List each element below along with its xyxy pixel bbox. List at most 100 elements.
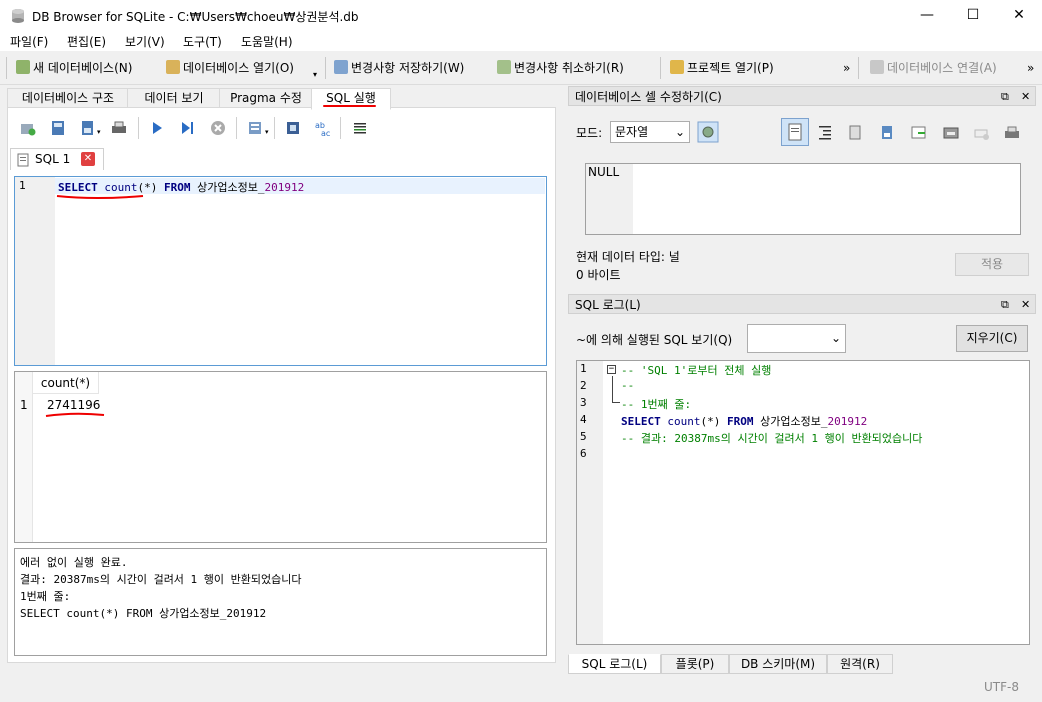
menu-view[interactable]: 보기(V) — [125, 33, 165, 50]
find-replace-icon[interactable]: abac — [314, 119, 332, 137]
log-line-number: 2 — [580, 379, 587, 392]
open-project-label: 프로젝트 열기(P) — [687, 61, 774, 75]
save-results-dropdown-icon[interactable]: ▾ — [265, 128, 269, 136]
clear-log-button[interactable]: 지우기(C) — [956, 325, 1028, 352]
save-dropdown-icon[interactable]: ▾ — [97, 128, 101, 136]
word-wrap-icon[interactable] — [781, 118, 809, 146]
cell-value-text: NULL — [588, 165, 620, 179]
close-dock-icon[interactable]: ✕ — [1021, 87, 1030, 107]
sql-tab-label: SQL 1 — [35, 152, 71, 166]
result-cell[interactable]: 2741196 — [47, 398, 100, 412]
results-grid[interactable]: count(*) 1 2741196 — [14, 371, 547, 543]
message-line: 에러 없이 실행 완료. — [20, 556, 128, 569]
open-database-label: 데이터베이스 열기(O) — [183, 61, 294, 75]
sql-log-dock-header: SQL 로그(L) ⧉ ✕ — [568, 294, 1036, 314]
tab-remote[interactable]: 원격(R) — [827, 654, 893, 674]
sql-function-count: count — [667, 415, 701, 428]
log-query-line: SELECT count(*) FROM 상가업소정보_201912 — [621, 413, 867, 429]
open-tab-icon[interactable] — [19, 119, 37, 137]
import-icon[interactable] — [847, 124, 865, 142]
sql-args: (*) — [700, 415, 721, 428]
annotation-underline — [45, 412, 105, 417]
sql-editor-tab[interactable]: SQL 1 ✕ — [10, 148, 104, 170]
write-changes-icon — [334, 60, 348, 74]
indent-icon[interactable] — [817, 124, 833, 140]
float-dock-icon[interactable]: ⧉ — [1001, 87, 1009, 107]
clear-icon[interactable] — [973, 124, 991, 142]
export-icon[interactable] — [879, 124, 897, 142]
chevron-down-icon: ⌄ — [830, 331, 841, 345]
toolbar-separator — [138, 117, 139, 139]
log-line-number: 1 — [580, 362, 587, 375]
log-line-number: 4 — [580, 413, 587, 426]
auto-switch-mode-icon[interactable] — [697, 121, 719, 143]
close-dock-icon[interactable]: ✕ — [1021, 295, 1030, 315]
sql-table-suffix: 201912 — [827, 415, 868, 428]
edit-cell-dock-header: 데이터베이스 셀 수정하기(C) ⧉ ✕ — [568, 86, 1036, 106]
save-sql-file-icon[interactable] — [79, 119, 97, 137]
menu-edit[interactable]: 편집(E) — [67, 33, 106, 50]
set-null-icon[interactable] — [910, 124, 928, 142]
menu-file[interactable]: 파일(F) — [10, 33, 48, 50]
message-line: SELECT count(*) FROM 상가업소정보_201912 — [20, 607, 267, 620]
log-line-number: 5 — [580, 430, 587, 443]
open-database-button[interactable]: 데이터베이스 열기(O) — [166, 58, 294, 78]
attach-database-button[interactable]: 데이터베이스 연결(A) — [870, 58, 997, 78]
fold-collapse-icon[interactable]: − — [607, 365, 616, 374]
tab-db-schema[interactable]: DB 스키마(M) — [729, 654, 827, 674]
open-sql-file-icon[interactable] — [49, 119, 67, 137]
toolbar-separator — [858, 57, 859, 79]
title-bar: DB Browser for SQLite - C:₩Users₩choeu₩상… — [0, 0, 1042, 31]
toolbar-separator — [274, 117, 275, 139]
open-project-button[interactable]: 프로젝트 열기(P) — [670, 58, 774, 78]
sql-keyword-from: FROM — [164, 181, 191, 194]
execute-line-icon[interactable] — [178, 119, 196, 137]
log-comment-line: -- 'SQL 1'로부터 전체 실행 — [621, 364, 772, 377]
save-results-icon[interactable] — [247, 119, 265, 137]
comment-lines-icon[interactable] — [351, 119, 369, 137]
attach-database-label: 데이터베이스 연결(A) — [887, 61, 997, 75]
toolbar-separator — [340, 117, 341, 139]
toolbar-overflow-icon[interactable]: » — [843, 58, 850, 78]
menu-tools[interactable]: 도구(T) — [183, 33, 222, 50]
execute-all-icon[interactable] — [148, 119, 166, 137]
row-header[interactable]: 1 — [20, 398, 28, 412]
open-database-icon — [166, 60, 180, 74]
open-database-dropdown-icon[interactable]: ▾ — [313, 65, 317, 85]
stop-execution-icon[interactable] — [209, 119, 227, 137]
log-comment-line: -- — [621, 379, 635, 392]
new-database-button[interactable]: 새 데이터베이스(N) — [16, 58, 132, 78]
write-changes-button[interactable]: 변경사항 저장하기(W) — [334, 58, 464, 78]
toolbar-overflow-icon-2[interactable]: » — [1027, 58, 1034, 78]
open-external-icon[interactable] — [942, 124, 960, 142]
sql-keyword-select: SELECT — [621, 415, 661, 428]
close-tab-icon[interactable]: ✕ — [81, 152, 95, 166]
mode-value: 문자열 — [615, 125, 649, 139]
column-header[interactable]: count(*) — [33, 372, 99, 394]
mode-select[interactable]: 문자열 ⌄ — [610, 121, 690, 143]
maximize-button[interactable]: ☐ — [950, 0, 996, 31]
sql-log-filter-select[interactable]: ⌄ — [747, 324, 846, 353]
print-icon[interactable] — [110, 119, 128, 137]
revert-changes-button[interactable]: 변경사항 취소하기(R) — [497, 58, 624, 78]
log-comment-line: -- 1번째 줄: — [621, 398, 692, 411]
data-size-label: 0 바이트 — [576, 268, 621, 282]
sql-table-name: 상가업소정보_ — [760, 415, 828, 428]
sql-log-editor[interactable]: 1 2 3 4 5 6 − -- 'SQL 1'로부터 전체 실행 -- -- … — [576, 360, 1030, 645]
apply-button[interactable]: 적용 — [955, 253, 1029, 276]
tab-sql-log[interactable]: SQL 로그(L) — [568, 654, 661, 674]
close-button[interactable]: ✕ — [996, 0, 1042, 31]
sql-table-name: 상가업소정보_ — [197, 181, 265, 194]
tab-plot[interactable]: 플롯(P) — [661, 654, 729, 674]
cell-value-editor[interactable]: NULL — [585, 163, 1021, 235]
window-title: DB Browser for SQLite - C:₩Users₩choeu₩상… — [32, 10, 359, 24]
new-database-label: 새 데이터베이스(N) — [33, 61, 133, 75]
line-number-gutter: 1 — [15, 177, 55, 365]
menu-help[interactable]: 도움말(H) — [241, 33, 293, 50]
find-icon[interactable] — [284, 119, 302, 137]
minimize-button[interactable]: — — [904, 0, 950, 31]
float-dock-icon[interactable]: ⧉ — [1001, 295, 1009, 315]
print-cell-icon[interactable] — [1003, 124, 1021, 142]
sql-editor[interactable]: 1 SELECT count(*) FROM 상가업소정보_201912 — [14, 176, 547, 366]
toolbar-separator — [660, 57, 661, 79]
